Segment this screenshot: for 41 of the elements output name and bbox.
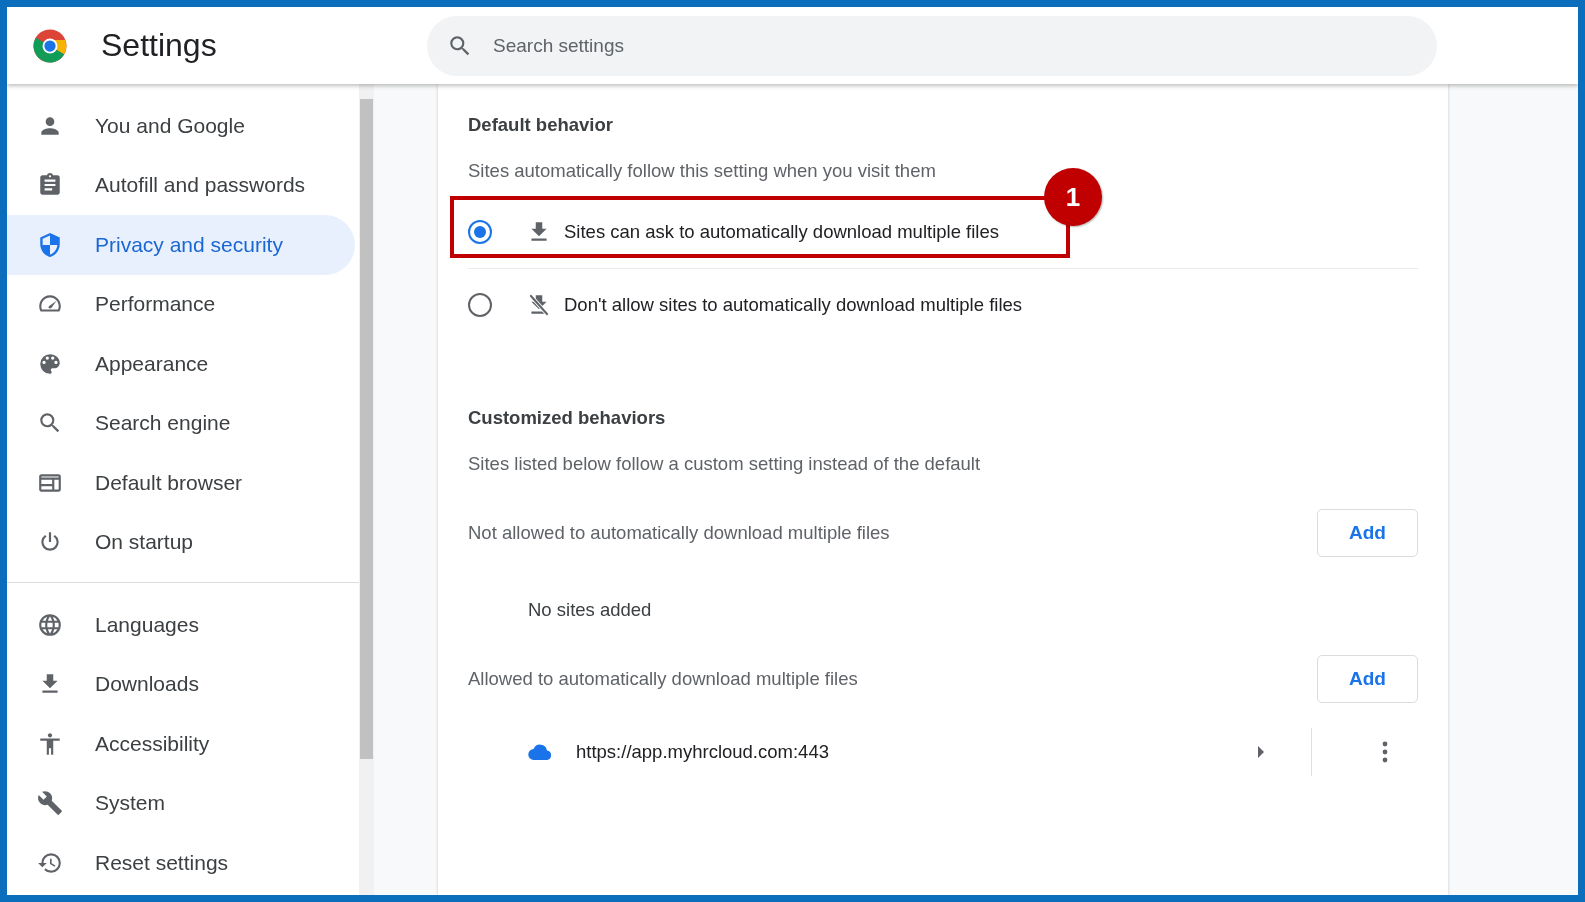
sidebar-item[interactable]: You and Google bbox=[7, 96, 355, 156]
sidebar-item[interactable]: Downloads bbox=[7, 654, 355, 714]
scrollbar-thumb[interactable] bbox=[360, 99, 373, 759]
section-heading: Default behavior bbox=[468, 114, 614, 136]
radio-label[interactable]: Sites can ask to automatically download multiple files bbox=[564, 221, 999, 243]
sidebar-item[interactable]: On startup bbox=[7, 512, 355, 572]
sidebar-item[interactable]: Default browser bbox=[7, 453, 355, 513]
section-heading: Customized behaviors bbox=[468, 407, 667, 429]
add-button[interactable]: Add bbox=[1317, 509, 1418, 557]
wrench-icon bbox=[37, 790, 63, 817]
sidebar-item[interactable]: Appearance bbox=[7, 334, 355, 394]
sidebar-item[interactable]: System bbox=[7, 773, 355, 833]
empty-message: No sites added bbox=[528, 599, 653, 621]
download-blocked-icon bbox=[526, 292, 552, 318]
sidebar-item[interactable]: Accessibility bbox=[7, 714, 355, 774]
sidebar-item[interactable]: Languages bbox=[7, 595, 355, 655]
scrollbar[interactable] bbox=[359, 84, 374, 895]
more-options-icon[interactable] bbox=[1382, 741, 1388, 763]
sidebar-item[interactable]: Search engine bbox=[7, 393, 355, 453]
expand-arrow-icon[interactable] bbox=[1257, 746, 1265, 758]
sidebar-item[interactable]: Privacy and security bbox=[7, 215, 355, 275]
accessibility-icon bbox=[37, 730, 63, 757]
sidebar-item[interactable]: Autofill and passwords bbox=[7, 155, 355, 215]
radio-label[interactable]: Don't allow sites to automatically download multiple files bbox=[564, 294, 1023, 316]
radio-button[interactable] bbox=[468, 293, 492, 317]
globe-icon bbox=[37, 611, 63, 638]
section-description: Sites listed below follow a custom setting instead of the default bbox=[468, 453, 982, 475]
shield-icon bbox=[37, 231, 63, 258]
cloud-icon bbox=[528, 744, 552, 760]
step-number-badge: 1 bbox=[1044, 168, 1102, 226]
sidebar-item[interactable]: Reset settings bbox=[7, 833, 355, 893]
section-description: Sites automatically follow this setting when you visit them bbox=[468, 160, 937, 182]
sidebar-item[interactable]: Performance bbox=[7, 274, 355, 334]
browser-logo-icon bbox=[32, 27, 68, 64]
list-title: Allowed to automatically download multiple files bbox=[468, 668, 858, 690]
radio-button[interactable] bbox=[468, 220, 492, 244]
site-url[interactable]: https://app.myhrcloud.com:443 bbox=[576, 741, 1257, 763]
page-title: Settings bbox=[101, 27, 218, 64]
add-button[interactable]: Add bbox=[1317, 655, 1418, 703]
search-field[interactable]: Search settings bbox=[427, 15, 1437, 76]
list-title: Not allowed to automatically download multiple files bbox=[468, 522, 890, 544]
